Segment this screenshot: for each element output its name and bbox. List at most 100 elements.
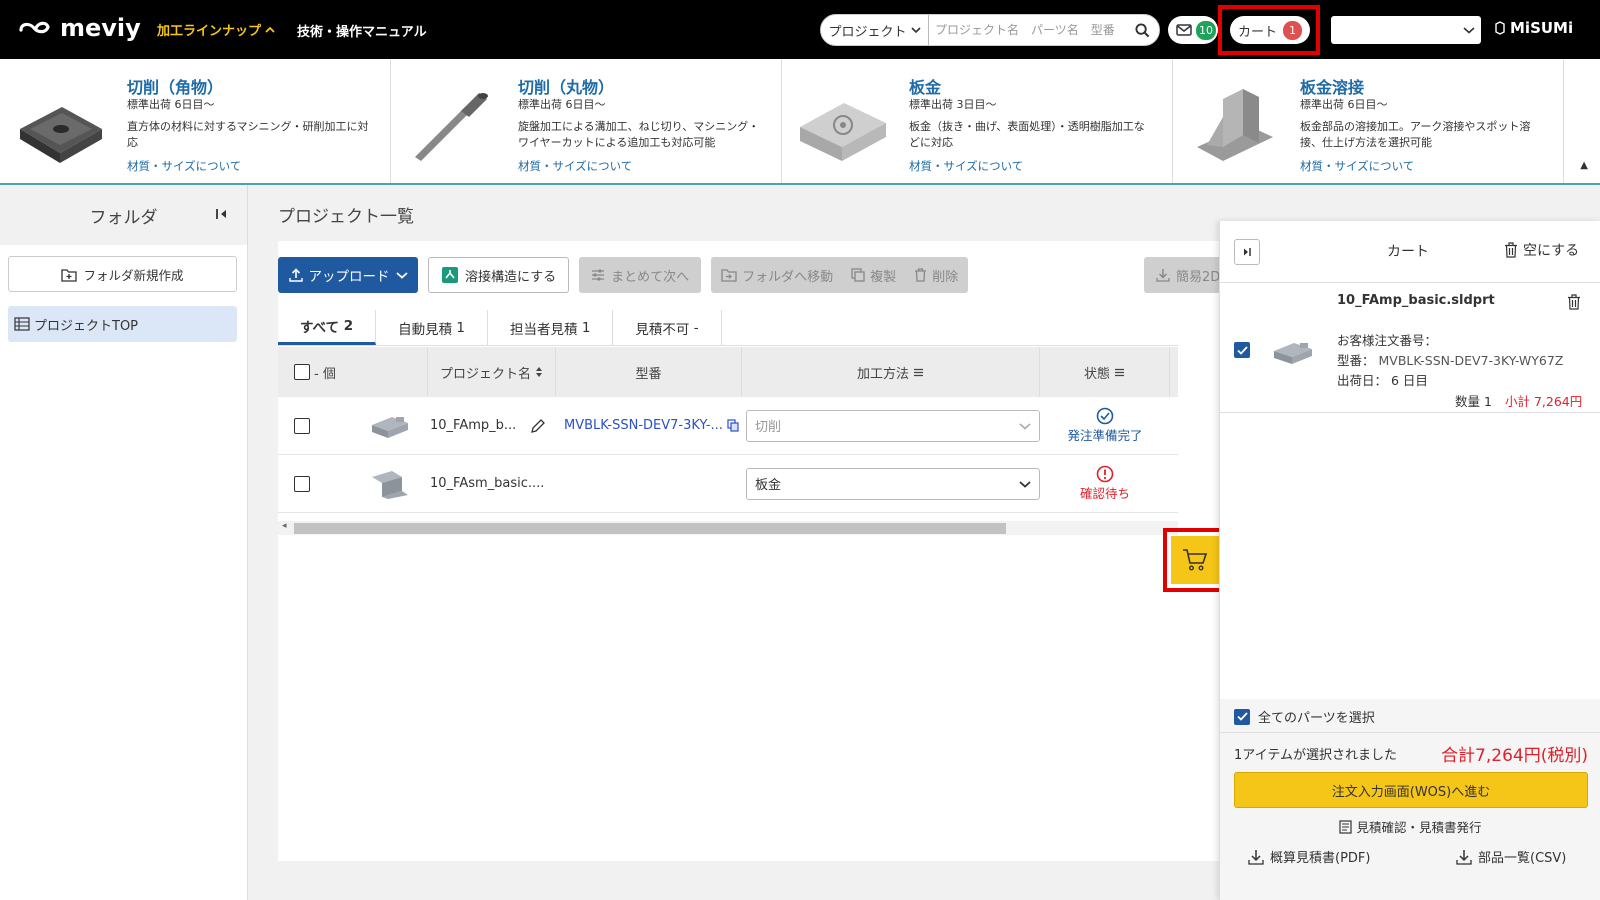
- lineup-lead: 標準出荷 3日目～: [909, 98, 997, 111]
- model-link[interactable]: MVBLK-SSN-DEV7-3KY-...: [564, 418, 723, 433]
- lineup-card-cutting-round[interactable]: 切削（丸物） 標準出荷 6日目～ 旋盤加工による溝加工、ねじ切り、マシニング・ワ…: [391, 59, 782, 183]
- collapse-left-icon[interactable]: [215, 207, 229, 221]
- meviy-logo[interactable]: meviy: [18, 14, 141, 42]
- model-cell: MVBLK-SSN-DEV7-3KY-...: [556, 397, 742, 454]
- close-cart-button[interactable]: [1234, 239, 1260, 265]
- list-icon: [14, 317, 30, 331]
- download-icon: [1248, 849, 1264, 865]
- table-row[interactable]: 10_FAmp_b... MVBLK-SSN-DEV7-3KY-... 切削 発…: [278, 397, 1178, 455]
- lineup-desc: 直方体の材料に対するマシニング・研削加工に対応: [127, 120, 369, 149]
- lineup-title: 切削（角物）: [127, 78, 224, 97]
- weld-label: 溶接構造にする: [465, 269, 557, 285]
- sort-icon: [536, 367, 542, 377]
- col-status[interactable]: 状態: [1040, 347, 1170, 397]
- empty-cart-button[interactable]: 空にする: [1504, 240, 1579, 260]
- search-scope-select[interactable]: プロジェクト: [821, 15, 929, 45]
- new-folder-button[interactable]: フォルダ新規作成: [8, 256, 237, 292]
- proceed-to-order-button[interactable]: 注文入力画面(WOS)へ進む: [1234, 772, 1588, 808]
- tab-no-estimate[interactable]: 見積不可 -: [613, 310, 722, 345]
- col-project-name[interactable]: プロジェクト名: [428, 347, 556, 397]
- lineup-link[interactable]: 材質・サイズについて: [909, 158, 1023, 174]
- ship-label: 出荷日：: [1337, 373, 1388, 388]
- download-pdf-link[interactable]: 概算見積書(PDF): [1248, 847, 1370, 866]
- account-select[interactable]: [1331, 16, 1481, 44]
- select-all-checkbox[interactable]: [294, 364, 310, 380]
- shaft-part-icon: [415, 93, 488, 161]
- part-thumbnail[interactable]: [370, 397, 430, 454]
- method-select[interactable]: 切削: [746, 409, 1040, 442]
- select-all-parts-checkbox[interactable]: [1234, 708, 1250, 725]
- chevron-up-icon: [265, 26, 275, 33]
- lineup-card-cutting-block[interactable]: 切削（角物） 標準出荷 6日目～ 直方体の材料に対するマシニング・研削加工に対応…: [0, 59, 391, 183]
- edit-pencil-icon[interactable]: [530, 418, 546, 434]
- copy-button[interactable]: 複製: [851, 266, 896, 285]
- lineup-title: 切削（丸物）: [518, 78, 615, 97]
- copy-label: 複製: [870, 269, 897, 285]
- method-select[interactable]: 板金: [746, 467, 1040, 500]
- batch-next-button[interactable]: まとめて次へ: [579, 257, 702, 293]
- cart-item-info: お客様注文番号： 型番： MVBLK-SSN-DEV7-3KY-WY67Z 出荷…: [1337, 331, 1563, 391]
- model-label: 型番：: [1337, 353, 1375, 368]
- tab-auto-estimate[interactable]: 自動見積 1: [376, 310, 489, 345]
- download-icon: [1456, 849, 1472, 865]
- upload-button[interactable]: アップロード: [278, 257, 418, 293]
- project-table: - 個 プロジェクト名 型番 加工方法 状態 10_FAmp_b... MVBL…: [278, 347, 1178, 513]
- lineup-link[interactable]: 材質・サイズについて: [518, 158, 632, 174]
- quote-issue-link[interactable]: 見積確認・見積書発行: [1220, 817, 1600, 836]
- part-block-icon: [372, 416, 408, 438]
- empty-cart-label: 空にする: [1523, 243, 1580, 259]
- misumi-logo[interactable]: MiSUMi: [1494, 19, 1573, 37]
- row-select: [278, 455, 370, 512]
- lineup-card-welding[interactable]: 板金溶接 標準出荷 6日目～ 板金部品の溶接加工。アーク溶接やスポット溶接、仕上…: [1173, 59, 1564, 183]
- tab-count: -: [693, 319, 699, 336]
- row-checkbox[interactable]: [294, 475, 310, 492]
- part-thumbnail[interactable]: [370, 455, 430, 512]
- add-to-cart-highlight-box: [1163, 528, 1227, 592]
- sheetmetal-part-icon: [800, 103, 886, 161]
- table-header: - 個 プロジェクト名 型番 加工方法 状態: [278, 347, 1178, 397]
- checkmark-icon: [1236, 712, 1248, 721]
- col-method[interactable]: 加工方法: [742, 347, 1040, 397]
- divider: [1220, 732, 1600, 733]
- block-part-icon: [20, 107, 102, 163]
- upload-label: アップロード: [308, 269, 390, 285]
- select-all-parts[interactable]: 全てのパーツを選択: [1234, 707, 1375, 726]
- scroll-up-icon[interactable]: ▲: [1580, 160, 1588, 171]
- delete-button[interactable]: 削除: [914, 266, 958, 285]
- project-name[interactable]: 10_FAmp_b...: [430, 418, 516, 433]
- table-row[interactable]: 10_FAsm_basic.... 板金 確認待ち: [278, 455, 1178, 513]
- scroll-left-icon[interactable]: ◂: [282, 521, 287, 531]
- tab-count: 1: [581, 319, 591, 336]
- download-csv-link[interactable]: 部品一覧(CSV): [1456, 847, 1566, 866]
- move-folder-button[interactable]: フォルダへ移動: [721, 266, 833, 285]
- nav-lineup[interactable]: 加工ラインナップ: [157, 20, 275, 39]
- chevron-down-icon: [395, 272, 408, 279]
- row-checkbox[interactable]: [294, 417, 310, 434]
- horizontal-scrollbar[interactable]: ◂: [278, 521, 1178, 535]
- lineup-lead: 標準出荷 6日目～: [518, 98, 606, 111]
- lineup-card-sheetmetal[interactable]: 板金 標準出荷 3日目～ 板金（抜き・曲げ、表面処理）・透明樹脂加工などに対応 …: [782, 59, 1173, 183]
- lineup-link[interactable]: 材質・サイズについて: [1300, 158, 1414, 174]
- cart-item-checkbox[interactable]: [1234, 342, 1250, 358]
- project-top-item[interactable]: プロジェクトTOP: [8, 306, 237, 342]
- col-count-label: - 個: [314, 366, 336, 382]
- batch-next-label: まとめて次へ: [611, 269, 690, 285]
- project-name[interactable]: 10_FAsm_basic....: [430, 476, 544, 491]
- simple-2d-button[interactable]: 簡易2D: [1144, 257, 1224, 293]
- tab-staff-estimate[interactable]: 担当者見積 1: [488, 310, 614, 345]
- scrollbar-thumb[interactable]: [294, 523, 1006, 534]
- copy-icon[interactable]: [727, 419, 739, 432]
- misumi-mark-icon: [1495, 21, 1505, 35]
- search-button[interactable]: [1125, 22, 1159, 38]
- part-block-icon: [1274, 343, 1312, 364]
- search-input[interactable]: [929, 23, 1125, 37]
- trash-icon: [1505, 242, 1517, 258]
- nav-manual[interactable]: 技術・操作マニュアル: [297, 21, 427, 40]
- col-method-label: 加工方法: [856, 366, 909, 382]
- lineup-link[interactable]: 材質・サイズについて: [127, 158, 241, 174]
- mail-button[interactable]: 10: [1168, 16, 1218, 44]
- weld-structure-button[interactable]: 溶接構造にする: [428, 257, 570, 293]
- tab-label: 自動見積: [398, 321, 453, 338]
- tab-all[interactable]: すべて 2: [278, 310, 377, 345]
- trash-icon[interactable]: [1567, 294, 1581, 310]
